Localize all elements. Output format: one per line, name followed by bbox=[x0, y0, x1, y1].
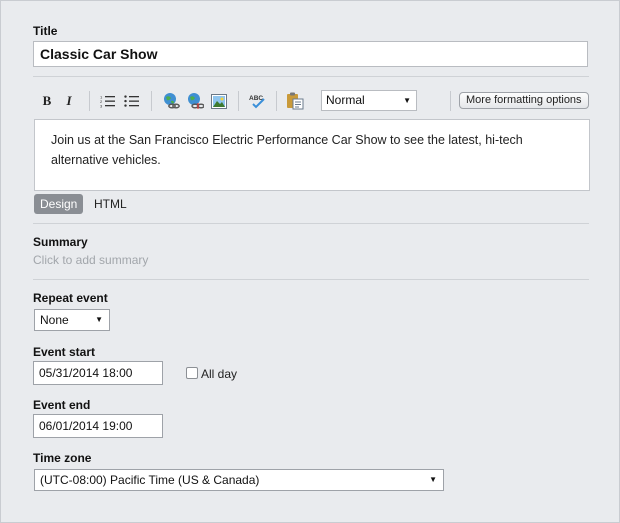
bold-icon: B bbox=[42, 93, 52, 108]
dropdown-arrow-icon: ▼ bbox=[429, 475, 437, 484]
rich-text-editor[interactable]: Join us at the San Francisco Electric Pe… bbox=[34, 119, 590, 191]
toolbar-separator bbox=[238, 91, 239, 111]
paste-button[interactable] bbox=[285, 91, 305, 111]
title-label: Title bbox=[33, 24, 58, 38]
title-input[interactable]: Classic Car Show bbox=[33, 41, 588, 67]
toolbar-separator bbox=[276, 91, 277, 111]
dropdown-arrow-icon: ▼ bbox=[95, 315, 103, 324]
event-start-label: Event start bbox=[33, 345, 96, 359]
insert-image-icon bbox=[211, 93, 227, 109]
italic-icon: I bbox=[66, 93, 72, 108]
all-day-label: All day bbox=[201, 367, 238, 381]
remove-link-icon bbox=[188, 93, 204, 109]
dropdown-arrow-icon: ▼ bbox=[403, 96, 411, 105]
tab-design[interactable]: Design bbox=[34, 194, 84, 214]
insert-link-button[interactable] bbox=[161, 91, 181, 111]
event-editor-panel: Title Classic Car Show B I 1 2 3 ABC Nor… bbox=[0, 0, 620, 523]
remove-link-button[interactable] bbox=[185, 91, 205, 111]
insert-image-button[interactable] bbox=[209, 91, 229, 111]
paste-icon bbox=[287, 92, 304, 110]
divider bbox=[33, 223, 589, 224]
all-day-checkbox[interactable] bbox=[186, 367, 198, 379]
editor-toolbar: B I 1 2 3 ABC Normal ▼ More formatting o… bbox=[33, 87, 589, 115]
toolbar-separator bbox=[151, 91, 152, 111]
summary-placeholder[interactable]: Click to add summary bbox=[33, 253, 148, 267]
italic-button[interactable]: I bbox=[61, 91, 77, 111]
event-start-input[interactable]: 05/31/2014 18:00 bbox=[33, 361, 163, 385]
more-formatting-button[interactable]: More formatting options bbox=[459, 92, 589, 109]
unordered-list-button[interactable] bbox=[123, 91, 141, 111]
insert-link-icon bbox=[164, 93, 180, 109]
format-select-value: Normal bbox=[326, 93, 365, 107]
editor-content: Join us at the San Francisco Electric Pe… bbox=[51, 133, 523, 167]
unordered-list-icon bbox=[124, 95, 139, 107]
svg-text:3: 3 bbox=[100, 104, 103, 109]
toolbar-separator bbox=[89, 91, 90, 111]
bold-button[interactable]: B bbox=[39, 91, 55, 111]
divider bbox=[33, 279, 589, 280]
time-zone-value: (UTC-08:00) Pacific Time (US & Canada) bbox=[40, 473, 260, 487]
time-zone-select[interactable]: (UTC-08:00) Pacific Time (US & Canada) ▼ bbox=[34, 469, 444, 491]
ordered-list-button[interactable]: 1 2 3 bbox=[99, 91, 117, 111]
event-end-label: Event end bbox=[33, 398, 91, 412]
toolbar-separator bbox=[450, 91, 451, 111]
event-end-input[interactable]: 06/01/2014 19:00 bbox=[33, 414, 163, 438]
spellcheck-button[interactable]: ABC bbox=[247, 91, 267, 111]
repeat-event-value: None bbox=[40, 313, 69, 327]
spellcheck-icon: ABC bbox=[249, 95, 265, 109]
format-select[interactable]: Normal ▼ bbox=[321, 90, 417, 111]
divider bbox=[33, 76, 589, 77]
tab-html[interactable]: HTML bbox=[94, 194, 127, 214]
summary-label: Summary bbox=[33, 235, 88, 249]
repeat-event-select[interactable]: None ▼ bbox=[34, 309, 110, 331]
ordered-list-icon: 1 2 3 bbox=[100, 95, 115, 109]
repeat-event-label: Repeat event bbox=[33, 291, 108, 305]
time-zone-label: Time zone bbox=[33, 451, 92, 465]
